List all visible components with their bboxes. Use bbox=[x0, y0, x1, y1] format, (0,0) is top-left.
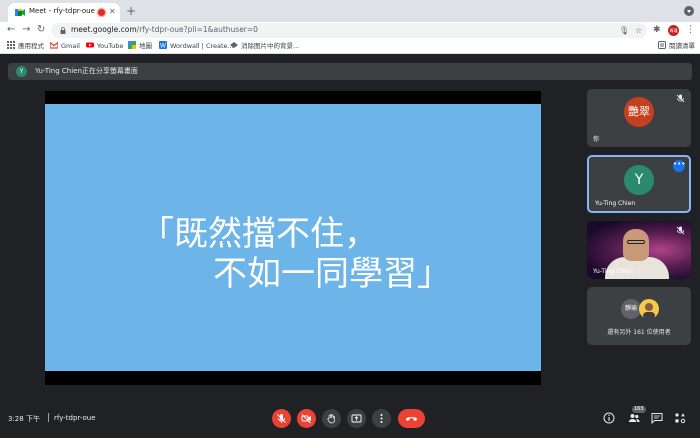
participant-name: Yu-Ting Chien bbox=[593, 268, 634, 275]
presentation-stage[interactable]: 「既然擋不住， 不如一同學習」 bbox=[45, 91, 541, 385]
present-now-button[interactable] bbox=[347, 409, 366, 428]
forward-button[interactable]: → bbox=[22, 23, 30, 37]
meeting-details-icon[interactable] bbox=[603, 412, 615, 424]
wordwall-icon: W bbox=[159, 41, 167, 49]
apps-grid-icon bbox=[7, 41, 15, 49]
tab-title: Meet - rfy-tdpr-oue bbox=[29, 7, 95, 15]
more-options-icon[interactable]: ••• bbox=[673, 160, 685, 172]
youtube-icon bbox=[86, 42, 94, 48]
camera-toggle-button[interactable] bbox=[297, 409, 316, 428]
reading-list-icon bbox=[658, 41, 666, 49]
others-avatar: 靜瑜 bbox=[621, 299, 641, 319]
recording-indicator-icon bbox=[98, 9, 105, 16]
reading-list[interactable]: 閱讀清單 bbox=[658, 41, 695, 52]
bookmark-youtube[interactable]: YouTube bbox=[86, 41, 123, 52]
bookmark-removebg[interactable]: 消除图片中的背景... bbox=[230, 41, 299, 52]
mic-toggle-button[interactable] bbox=[272, 409, 291, 428]
people-icon[interactable] bbox=[628, 412, 640, 424]
address-bar[interactable]: meet.google.com/rfy-tdpr-oue?pli=1&authu… bbox=[51, 23, 647, 38]
slide-line-2: 不如一同學習」 bbox=[213, 254, 451, 294]
window-menu-icon[interactable] bbox=[684, 6, 694, 16]
removebg-icon bbox=[230, 42, 238, 48]
bookmark-apps[interactable]: 應用程式 bbox=[7, 41, 44, 52]
screen-share-banner: Y Yu-Ting Chien正在分享螢幕畫面 bbox=[8, 63, 692, 80]
tab-close-icon[interactable]: ✕ bbox=[109, 6, 116, 18]
chrome-menu-icon[interactable]: ⋮ bbox=[686, 24, 695, 37]
meet-window: Y Yu-Ting Chien正在分享螢幕畫面 「既然擋不住， 不如一同學習」 … bbox=[0, 54, 700, 438]
more-options-button[interactable] bbox=[372, 409, 391, 428]
bookmark-gmail[interactable]: Gmail bbox=[50, 41, 80, 52]
person-icon bbox=[643, 303, 655, 319]
microphone-icon[interactable]: 🎙 bbox=[619, 25, 629, 36]
mic-off-icon bbox=[676, 226, 685, 235]
meeting-time: 3:28 下午 bbox=[8, 415, 40, 423]
camera-off-icon bbox=[301, 414, 311, 424]
presenting-text: Yu-Ting Chien正在分享螢幕畫面 bbox=[35, 67, 138, 75]
new-tab-button[interactable]: + bbox=[126, 4, 136, 18]
browser-toolbar: ← → ↻ meet.google.com/rfy-tdpr-oue?pli=1… bbox=[0, 22, 700, 39]
svg-text:W: W bbox=[160, 43, 166, 50]
meeting-code: rfy-tdpr-oue bbox=[54, 414, 96, 422]
hang-up-icon bbox=[406, 417, 417, 421]
url-text: meet.google.com/rfy-tdpr-oue?pli=1&authu… bbox=[71, 25, 258, 34]
profile-avatar[interactable]: 周瑾 bbox=[668, 25, 679, 36]
participant-tile-video[interactable]: Yu-Ting Chien bbox=[587, 221, 691, 279]
back-button[interactable]: ← bbox=[7, 23, 15, 37]
meet-favicon-icon bbox=[15, 9, 25, 16]
mic-off-icon bbox=[676, 94, 685, 103]
present-screen-icon bbox=[351, 414, 362, 423]
extensions-icon[interactable]: ✱ bbox=[653, 24, 661, 37]
raise-hand-button[interactable] bbox=[322, 409, 341, 428]
activities-icon[interactable] bbox=[674, 412, 686, 424]
participant-name: 你 bbox=[593, 136, 600, 143]
glasses bbox=[627, 240, 645, 244]
gmail-icon bbox=[50, 41, 58, 49]
chat-icon[interactable] bbox=[651, 412, 663, 424]
reload-button[interactable]: ↻ bbox=[37, 23, 45, 37]
participant-tile-self[interactable]: 艷翠 你 bbox=[587, 89, 691, 147]
participant-avatar: 艷翠 bbox=[624, 97, 654, 127]
person-head bbox=[623, 229, 649, 261]
bookmark-maps[interactable]: 地圖 bbox=[128, 41, 152, 52]
presenter-avatar: Y bbox=[16, 66, 27, 77]
hand-icon bbox=[327, 413, 335, 424]
participant-avatar: Y bbox=[624, 165, 654, 195]
leave-call-button[interactable] bbox=[398, 409, 425, 428]
browser-tab-meet[interactable]: Meet - rfy-tdpr-oue ✕ bbox=[8, 3, 120, 22]
others-count-text: 還有另外 161 位使用者 bbox=[607, 329, 671, 336]
participant-name: Yu-Ting Chien bbox=[595, 200, 636, 207]
bookmark-star-icon[interactable]: ☆ bbox=[635, 25, 642, 36]
mic-off-icon bbox=[277, 414, 286, 423]
maps-icon bbox=[128, 41, 136, 49]
tab-strip: Meet - rfy-tdpr-oue ✕ + bbox=[0, 0, 700, 22]
participant-tile-others[interactable]: 靜瑜 還有另外 161 位使用者 bbox=[587, 287, 691, 345]
bottom-divider bbox=[48, 413, 49, 422]
lock-icon bbox=[60, 27, 66, 34]
more-vert-icon bbox=[380, 414, 383, 423]
bookmarks-bar: 應用程式 Gmail YouTube 地圖 W Wordwall | Creat… bbox=[0, 39, 700, 54]
others-photo-avatar bbox=[639, 299, 659, 319]
participant-tile-presenter[interactable]: ••• Y Yu-Ting Chien bbox=[587, 155, 691, 213]
slide-content: 「既然擋不住， 不如一同學習」 bbox=[45, 104, 541, 371]
slide-line-1: 「既然擋不住， bbox=[140, 214, 378, 254]
bookmark-wordwall[interactable]: W Wordwall | Create... bbox=[159, 41, 234, 52]
